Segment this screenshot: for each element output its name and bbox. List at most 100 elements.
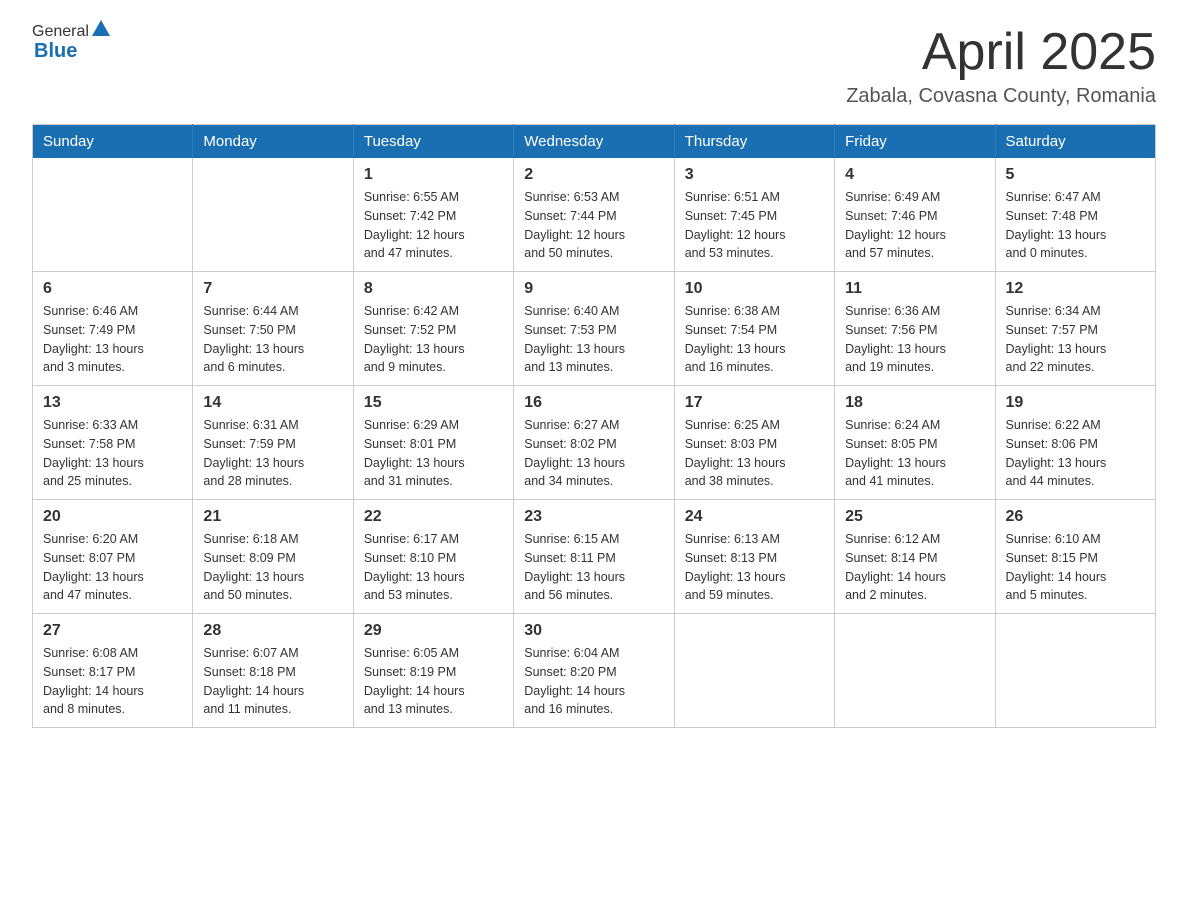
day-number: 7 (203, 280, 342, 298)
day-number: 21 (203, 508, 342, 526)
calendar-cell: 21 Sunrise: 6:18 AMSunset: 8:09 PMDayligh… (193, 500, 353, 614)
day-number: 26 (1006, 508, 1145, 526)
day-info: Sunrise: 6:46 AMSunset: 7:49 PMDaylight:… (43, 302, 182, 377)
week-row-5: 27Sunrise: 6:08 AMSunset: 8:17 PMDayligh… (33, 614, 1156, 728)
calendar-cell: 8 Sunrise: 6:42 AMSunset: 7:52 PMDaylight… (353, 272, 513, 386)
month-title: April 2025 (846, 24, 1156, 81)
day-info: Sunrise: 6:34 AMSunset: 7:57 PMDaylight:… (1006, 302, 1145, 377)
day-number: 24 (685, 508, 824, 526)
day-info: Sunrise: 6:38 AMSunset: 7:54 PMDaylight:… (685, 302, 824, 377)
day-info: Sunrise: 6:05 AMSunset: 8:19 PMDaylight:… (364, 644, 503, 719)
day-number: 20 (43, 508, 182, 526)
calendar-cell: 19 Sunrise: 6:22 AMSunset: 8:06 PMDayligh… (995, 386, 1155, 500)
day-info: Sunrise: 6:18 AMSunset: 8:09 PMDaylight:… (203, 530, 342, 605)
day-number: 3 (685, 166, 824, 184)
day-info: Sunrise: 6:51 AMSunset: 7:45 PMDaylight:… (685, 188, 824, 263)
header-friday: Friday (835, 125, 995, 159)
calendar-cell: 14 Sunrise: 6:31 AMSunset: 7:59 PMDayligh… (193, 386, 353, 500)
header-thursday: Thursday (674, 125, 834, 159)
day-info: Sunrise: 6:24 AMSunset: 8:05 PMDaylight:… (845, 416, 984, 491)
day-info: Sunrise: 6:36 AMSunset: 7:56 PMDaylight:… (845, 302, 984, 377)
calendar-cell: 17 Sunrise: 6:25 AMSunset: 8:03 PMDayligh… (674, 386, 834, 500)
calendar-cell: 22 Sunrise: 6:17 AMSunset: 8:10 PMDayligh… (353, 500, 513, 614)
day-number: 16 (524, 394, 663, 412)
calendar-cell: 3 Sunrise: 6:51 AMSunset: 7:45 PMDaylight… (674, 158, 834, 272)
location-title: Zabala, Covasna County, Romania (846, 85, 1156, 108)
header-wednesday: Wednesday (514, 125, 674, 159)
calendar-cell: 10 Sunrise: 6:38 AMSunset: 7:54 PMDayligh… (674, 272, 834, 386)
day-number: 12 (1006, 280, 1145, 298)
day-number: 8 (364, 280, 503, 298)
day-info: Sunrise: 6:29 AMSunset: 8:01 PMDaylight:… (364, 416, 503, 491)
day-info: Sunrise: 6:44 AMSunset: 7:50 PMDaylight:… (203, 302, 342, 377)
day-number: 28 (203, 622, 342, 640)
header-saturday: Saturday (995, 125, 1155, 159)
header-tuesday: Tuesday (353, 125, 513, 159)
day-number: 4 (845, 166, 984, 184)
day-info: Sunrise: 6:13 AMSunset: 8:13 PMDaylight:… (685, 530, 824, 605)
calendar-cell: 23Sunrise: 6:15 AMSunset: 8:11 PMDayligh… (514, 500, 674, 614)
day-info: Sunrise: 6:40 AMSunset: 7:53 PMDaylight:… (524, 302, 663, 377)
calendar-cell (33, 158, 193, 272)
day-number: 9 (524, 280, 663, 298)
page-header: General Blue April 2025 Zabala, Covasna … (32, 24, 1156, 108)
day-info: Sunrise: 6:15 AMSunset: 8:11 PMDaylight:… (524, 530, 663, 605)
day-info: Sunrise: 6:07 AMSunset: 8:18 PMDaylight:… (203, 644, 342, 719)
day-info: Sunrise: 6:33 AMSunset: 7:58 PMDaylight:… (43, 416, 182, 491)
calendar-header-row: SundayMondayTuesdayWednesdayThursdayFrid… (33, 125, 1156, 159)
calendar-cell: 5Sunrise: 6:47 AMSunset: 7:48 PMDaylight… (995, 158, 1155, 272)
day-number: 25 (845, 508, 984, 526)
calendar-cell (835, 614, 995, 728)
day-info: Sunrise: 6:47 AMSunset: 7:48 PMDaylight:… (1006, 188, 1145, 263)
day-info: Sunrise: 6:49 AMSunset: 7:46 PMDaylight:… (845, 188, 984, 263)
calendar-cell: 9 Sunrise: 6:40 AMSunset: 7:53 PMDaylight… (514, 272, 674, 386)
header-monday: Monday (193, 125, 353, 159)
day-info: Sunrise: 6:22 AMSunset: 8:06 PMDaylight:… (1006, 416, 1145, 491)
calendar-cell: 18 Sunrise: 6:24 AMSunset: 8:05 PMDayligh… (835, 386, 995, 500)
week-row-3: 13 Sunrise: 6:33 AMSunset: 7:58 PMDayligh… (33, 386, 1156, 500)
day-number: 15 (364, 394, 503, 412)
calendar-cell: 20Sunrise: 6:20 AMSunset: 8:07 PMDayligh… (33, 500, 193, 614)
calendar-cell (995, 614, 1155, 728)
day-number: 22 (364, 508, 503, 526)
day-info: Sunrise: 6:17 AMSunset: 8:10 PMDaylight:… (364, 530, 503, 605)
calendar-cell: 1Sunrise: 6:55 AMSunset: 7:42 PMDaylight… (353, 158, 513, 272)
calendar-cell: 16 Sunrise: 6:27 AMSunset: 8:02 PMDayligh… (514, 386, 674, 500)
calendar-cell: 25 Sunrise: 6:12 AMSunset: 8:14 PMDayligh… (835, 500, 995, 614)
day-number: 17 (685, 394, 824, 412)
calendar-cell (674, 614, 834, 728)
logo-container: General Blue (32, 24, 110, 63)
calendar-cell: 24 Sunrise: 6:13 AMSunset: 8:13 PMDayligh… (674, 500, 834, 614)
calendar-cell: 6 Sunrise: 6:46 AMSunset: 7:49 PMDaylight… (33, 272, 193, 386)
calendar-cell: 15 Sunrise: 6:29 AMSunset: 8:01 PMDayligh… (353, 386, 513, 500)
day-info: Sunrise: 6:42 AMSunset: 7:52 PMDaylight:… (364, 302, 503, 377)
day-info: Sunrise: 6:27 AMSunset: 8:02 PMDaylight:… (524, 416, 663, 491)
day-number: 1 (364, 166, 503, 184)
week-row-4: 20Sunrise: 6:20 AMSunset: 8:07 PMDayligh… (33, 500, 1156, 614)
day-number: 19 (1006, 394, 1145, 412)
day-number: 29 (364, 622, 503, 640)
day-info: Sunrise: 6:25 AMSunset: 8:03 PMDaylight:… (685, 416, 824, 491)
logo-blue-text: Blue (34, 40, 77, 62)
calendar-cell: 11 Sunrise: 6:36 AMSunset: 7:56 PMDayligh… (835, 272, 995, 386)
day-number: 14 (203, 394, 342, 412)
day-info: Sunrise: 6:31 AMSunset: 7:59 PMDaylight:… (203, 416, 342, 491)
day-number: 10 (685, 280, 824, 298)
day-number: 11 (845, 280, 984, 298)
calendar-cell: 30 Sunrise: 6:04 AMSunset: 8:20 PMDayligh… (514, 614, 674, 728)
calendar-table: SundayMondayTuesdayWednesdayThursdayFrid… (32, 124, 1156, 728)
day-info: Sunrise: 6:10 AMSunset: 8:15 PMDaylight:… (1006, 530, 1145, 605)
day-number: 13 (43, 394, 182, 412)
calendar-cell: 2Sunrise: 6:53 AMSunset: 7:44 PMDaylight… (514, 158, 674, 272)
calendar-cell (193, 158, 353, 272)
calendar-cell: 13 Sunrise: 6:33 AMSunset: 7:58 PMDayligh… (33, 386, 193, 500)
day-info: Sunrise: 6:53 AMSunset: 7:44 PMDaylight:… (524, 188, 663, 263)
header-sunday: Sunday (33, 125, 193, 159)
week-row-2: 6 Sunrise: 6:46 AMSunset: 7:49 PMDaylight… (33, 272, 1156, 386)
calendar-cell: 12 Sunrise: 6:34 AMSunset: 7:57 PMDayligh… (995, 272, 1155, 386)
day-number: 18 (845, 394, 984, 412)
day-info: Sunrise: 6:04 AMSunset: 8:20 PMDaylight:… (524, 644, 663, 719)
day-info: Sunrise: 6:12 AMSunset: 8:14 PMDaylight:… (845, 530, 984, 605)
day-number: 30 (524, 622, 663, 640)
day-number: 6 (43, 280, 182, 298)
